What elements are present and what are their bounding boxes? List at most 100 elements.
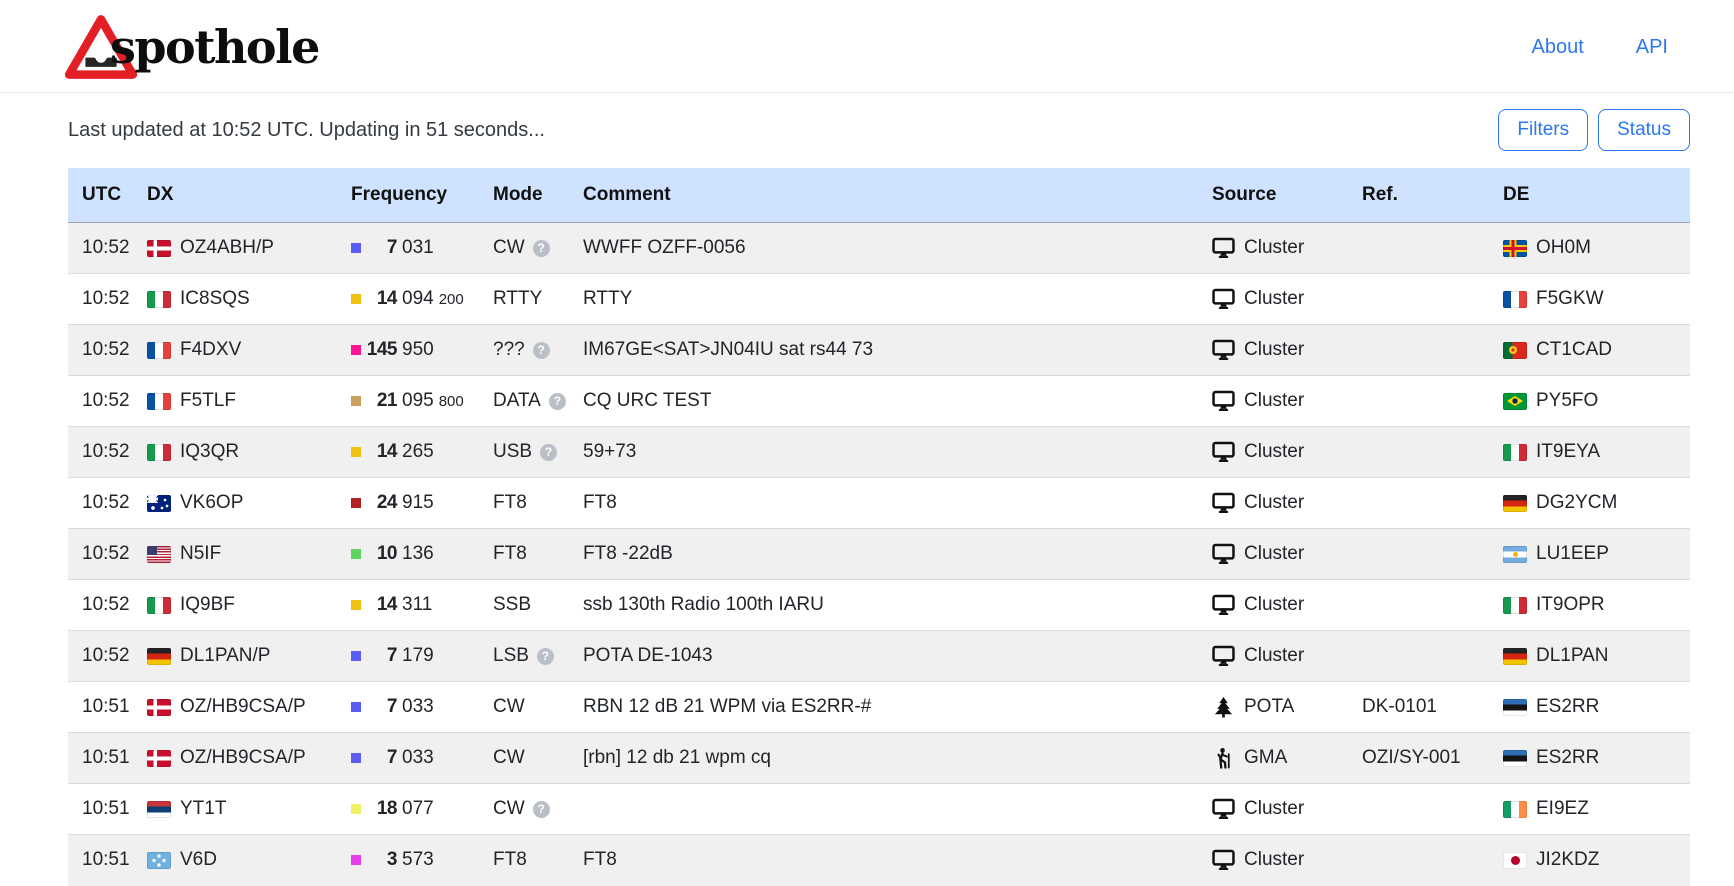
nav-link-about[interactable]: About bbox=[1531, 36, 1583, 59]
mode-label: ??? bbox=[493, 339, 525, 361]
frequency-khz: 265 bbox=[402, 441, 434, 463]
de-callsign-link[interactable]: DL1PAN bbox=[1536, 645, 1609, 667]
dx-callsign-link[interactable]: YT1T bbox=[180, 798, 226, 820]
mode-help-icon[interactable] bbox=[533, 801, 550, 818]
mode-cell: CW bbox=[485, 733, 575, 784]
brand-logo[interactable]: spothole bbox=[64, 13, 319, 81]
dx-callsign-link[interactable]: IC8SQS bbox=[180, 288, 250, 310]
comment-cell: RBN 12 dB 21 WPM via ES2RR-# bbox=[575, 682, 1204, 733]
mode-cell: ??? bbox=[485, 325, 575, 376]
de-callsign-link[interactable]: PY5FO bbox=[1536, 390, 1598, 412]
utc-cell: 10:52 bbox=[68, 631, 139, 682]
dx-callsign-link[interactable]: IQ9BF bbox=[180, 594, 235, 616]
frequency-mhz: 7 bbox=[361, 645, 397, 667]
filters-button[interactable]: Filters bbox=[1498, 109, 1588, 151]
frequency-mhz: 14 bbox=[361, 288, 397, 310]
table-row[interactable]: 10:52 OZ4ABH/P 7 031 CW WWFF OZFF-0056 bbox=[68, 223, 1690, 274]
dx-cell: N5IF bbox=[139, 529, 348, 580]
frequency-khz: 950 bbox=[402, 339, 434, 361]
frequency-cell: 14 311 bbox=[348, 580, 485, 631]
dx-callsign-link[interactable]: V6D bbox=[180, 849, 217, 871]
ref-cell bbox=[1354, 580, 1495, 631]
source-cell: GMA bbox=[1204, 733, 1354, 784]
dx-callsign-link[interactable]: DL1PAN/P bbox=[180, 645, 270, 667]
de-callsign-link[interactable]: OH0M bbox=[1536, 237, 1591, 259]
table-row[interactable]: 10:52 N5IF 10 136 FT8 FT8 -22dB bbox=[68, 529, 1690, 580]
source-cell: Cluster bbox=[1204, 784, 1354, 835]
table-row[interactable]: 10:51 OZ/HB9CSA/P 7 033 CW RBN 12 dB 21 … bbox=[68, 682, 1690, 733]
spot-comment: FT8 bbox=[583, 492, 617, 513]
dx-callsign-link[interactable]: F4DXV bbox=[180, 339, 241, 361]
mode-help-icon[interactable] bbox=[533, 342, 550, 359]
flag-br-icon bbox=[1503, 393, 1527, 410]
de-callsign-link[interactable]: EI9EZ bbox=[1536, 798, 1589, 820]
spot-comment: POTA DE-1043 bbox=[583, 645, 713, 666]
utc-cell: 10:52 bbox=[68, 376, 139, 427]
dx-cell: OZ4ABH/P bbox=[139, 223, 348, 274]
comment-cell: ssb 130th Radio 100th IARU bbox=[575, 580, 1204, 631]
frequency-mhz: 10 bbox=[361, 543, 397, 565]
de-callsign-link[interactable]: IT9EYA bbox=[1536, 441, 1600, 463]
de-callsign-link[interactable]: ES2RR bbox=[1536, 747, 1599, 769]
source-label: Cluster bbox=[1244, 798, 1304, 820]
spot-time: 10:52 bbox=[82, 237, 130, 258]
dx-callsign-link[interactable]: OZ/HB9CSA/P bbox=[180, 747, 306, 769]
mode-cell: DATA bbox=[485, 376, 575, 427]
frequency-khz: 077 bbox=[402, 798, 434, 820]
table-row[interactable]: 10:52 IQ3QR 14 265 USB 59+73 bbox=[68, 427, 1690, 478]
table-row[interactable]: 10:52 IQ9BF 14 311 SSB ssb 130th Radio 1… bbox=[68, 580, 1690, 631]
mode-cell: FT8 bbox=[485, 529, 575, 580]
table-row[interactable]: 10:51 V6D 3 573 FT8 FT8 bbox=[68, 835, 1690, 886]
dx-callsign-link[interactable]: VK6OP bbox=[180, 492, 243, 514]
de-callsign-link[interactable]: CT1CAD bbox=[1536, 339, 1612, 361]
de-callsign-link[interactable]: LU1EEP bbox=[1536, 543, 1609, 565]
spot-comment: RBN 12 dB 21 WPM via ES2RR-# bbox=[583, 696, 871, 717]
ref-cell bbox=[1354, 223, 1495, 274]
table-row[interactable]: 10:52 VK6OP 24 915 FT8 FT8 bbox=[68, 478, 1690, 529]
table-row[interactable]: 10:52 F5TLF 21 095 800 DATA CQ URC TEST bbox=[68, 376, 1690, 427]
dx-callsign-link[interactable]: OZ/HB9CSA/P bbox=[180, 696, 306, 718]
dx-cell: YT1T bbox=[139, 784, 348, 835]
de-callsign-link[interactable]: IT9OPR bbox=[1536, 594, 1605, 616]
table-row[interactable]: 10:52 DL1PAN/P 7 179 LSB POTA DE-1043 bbox=[68, 631, 1690, 682]
flag-au-icon bbox=[147, 495, 171, 512]
de-callsign-link[interactable]: DG2YCM bbox=[1536, 492, 1617, 514]
nav-link-api[interactable]: API bbox=[1636, 36, 1668, 59]
mode-cell: CW bbox=[485, 682, 575, 733]
flag-dk-icon bbox=[147, 240, 171, 257]
mode-label: CW bbox=[493, 747, 525, 769]
de-cell: DG2YCM bbox=[1495, 478, 1690, 529]
band-color-square bbox=[351, 498, 361, 508]
dx-callsign-link[interactable]: N5IF bbox=[180, 543, 221, 565]
table-row[interactable]: 10:51 OZ/HB9CSA/P 7 033 CW [rbn] 12 db 2… bbox=[68, 733, 1690, 784]
mode-help-icon[interactable] bbox=[533, 240, 550, 257]
dx-callsign-link[interactable]: F5TLF bbox=[180, 390, 236, 412]
dx-cell: V6D bbox=[139, 835, 348, 886]
de-callsign-link[interactable]: F5GKW bbox=[1536, 288, 1604, 310]
de-callsign-link[interactable]: ES2RR bbox=[1536, 696, 1599, 718]
mode-help-icon[interactable] bbox=[540, 444, 557, 461]
status-button[interactable]: Status bbox=[1598, 109, 1690, 151]
table-row[interactable]: 10:52 F4DXV 145 950 ??? IM67GE<SAT>JN04I… bbox=[68, 325, 1690, 376]
de-callsign-link[interactable]: JI2KDZ bbox=[1536, 849, 1599, 871]
dx-callsign-link[interactable]: OZ4ABH/P bbox=[180, 237, 274, 259]
monitor-icon bbox=[1212, 849, 1235, 871]
dx-callsign-link[interactable]: IQ3QR bbox=[180, 441, 239, 463]
monitor-icon bbox=[1212, 543, 1235, 565]
source-label: Cluster bbox=[1244, 288, 1304, 310]
mode-cell: SSB bbox=[485, 580, 575, 631]
ref-cell bbox=[1354, 835, 1495, 886]
mode-label: SSB bbox=[493, 594, 531, 616]
mode-help-icon[interactable] bbox=[537, 648, 554, 665]
table-row[interactable]: 10:51 YT1T 18 077 CW bbox=[68, 784, 1690, 835]
comment-cell: FT8 bbox=[575, 835, 1204, 886]
frequency-khz: 033 bbox=[402, 696, 434, 718]
flag-ee-icon bbox=[1503, 699, 1527, 716]
ref-cell bbox=[1354, 784, 1495, 835]
flag-dk-icon bbox=[147, 750, 171, 767]
mode-help-icon[interactable] bbox=[549, 393, 566, 410]
table-row[interactable]: 10:52 IC8SQS 14 094 200 RTTY RTTY bbox=[68, 274, 1690, 325]
tree-icon bbox=[1212, 696, 1235, 718]
flag-dk-icon bbox=[147, 699, 171, 716]
ref-cell bbox=[1354, 427, 1495, 478]
